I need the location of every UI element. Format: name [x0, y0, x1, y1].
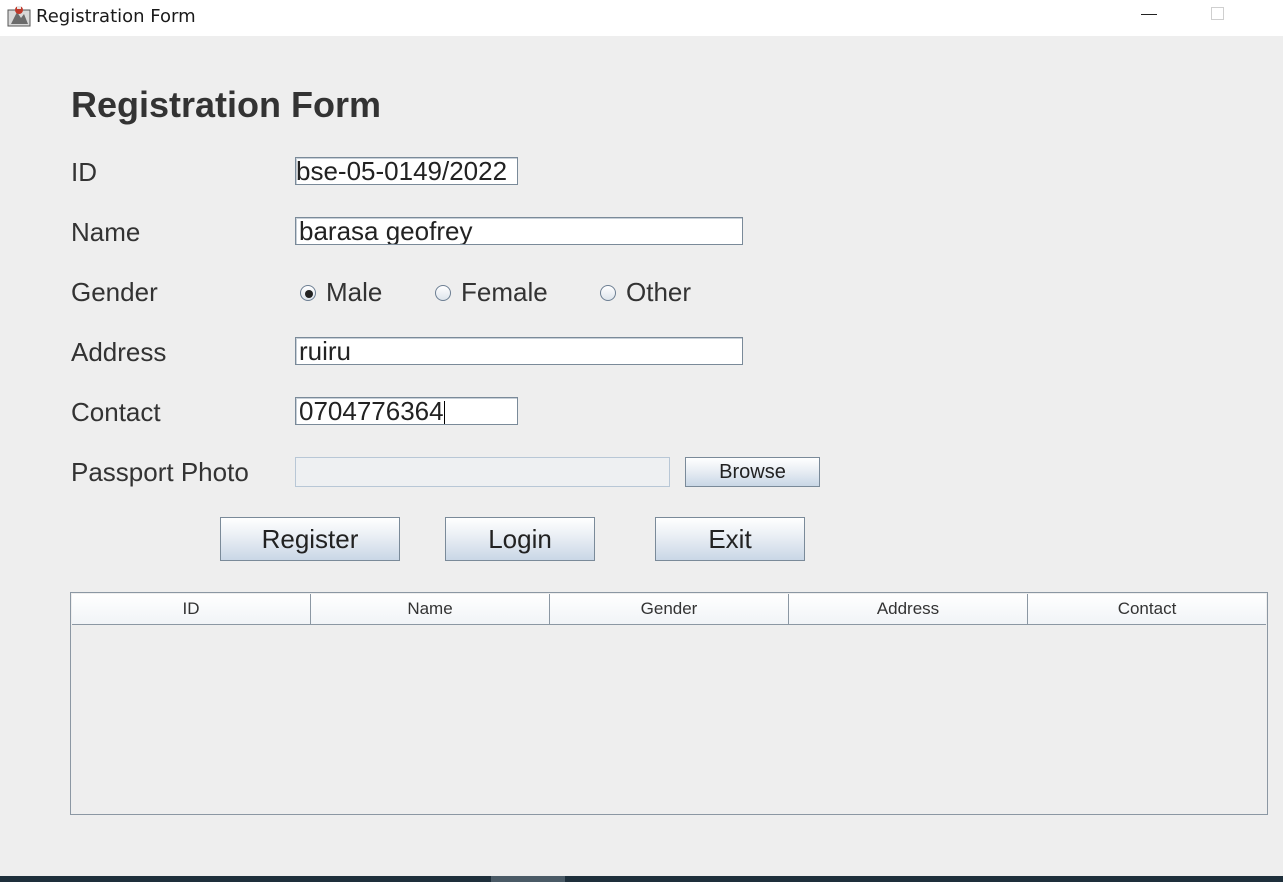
address-value: ruiru [299, 337, 352, 365]
gender-other-radio[interactable]: Other [600, 277, 691, 308]
radio-unselected-icon [435, 284, 451, 301]
browse-button[interactable]: Browse [685, 457, 820, 487]
contact-value: 0704776364 [299, 397, 444, 425]
gender-male-label: Male [326, 277, 383, 307]
id-field[interactable]: bse-05-0149/2022 [295, 157, 518, 185]
column-header-gender[interactable]: Gender [550, 594, 789, 624]
contact-label: Contact [71, 397, 161, 427]
login-button[interactable]: Login [445, 517, 595, 561]
passport-photo-path-field [295, 457, 670, 487]
column-header-id[interactable]: ID [72, 594, 311, 624]
name-value: barasa geofrey [299, 217, 473, 245]
java-app-icon [7, 6, 31, 27]
maximize-button[interactable] [1211, 7, 1224, 20]
gender-male-radio[interactable]: Male [300, 277, 382, 308]
radio-selected-icon [300, 284, 316, 301]
registrations-table[interactable]: ID Name Gender Address Contact [70, 592, 1268, 815]
column-header-contact[interactable]: Contact [1028, 594, 1266, 624]
contact-field[interactable]: 0704776364 [295, 397, 518, 425]
column-header-name[interactable]: Name [311, 594, 550, 624]
taskbar-edge [0, 876, 1283, 882]
passport-photo-label: Passport Photo [71, 457, 249, 487]
id-value: bse-05-0149/2022 [296, 157, 508, 185]
gender-female-radio[interactable]: Female [435, 277, 548, 308]
exit-button-label: Exit [708, 523, 752, 554]
id-label: ID [71, 157, 97, 187]
address-field[interactable]: ruiru [295, 337, 743, 365]
taskbar-item[interactable] [491, 876, 565, 882]
browse-button-label: Browse [719, 460, 786, 483]
column-header-address[interactable]: Address [789, 594, 1028, 624]
name-label: Name [71, 217, 141, 247]
register-button-label: Register [261, 523, 359, 554]
name-field[interactable]: barasa geofrey [295, 217, 743, 245]
gender-label: Gender [71, 277, 158, 307]
gender-other-label: Other [626, 277, 692, 307]
gender-female-label: Female [461, 277, 548, 307]
minimize-button[interactable] [1141, 14, 1157, 15]
login-button-label: Login [488, 523, 552, 554]
text-caret [443, 401, 445, 424]
window-title: Registration Form [36, 6, 196, 27]
address-label: Address [71, 337, 167, 367]
exit-button[interactable]: Exit [655, 517, 805, 561]
title-bar: Registration Form [0, 0, 1283, 36]
register-button[interactable]: Register [220, 517, 400, 561]
table-header: ID Name Gender Address Contact [72, 594, 1266, 625]
radio-unselected-icon [600, 284, 616, 301]
page-title: Registration Form [71, 84, 382, 125]
